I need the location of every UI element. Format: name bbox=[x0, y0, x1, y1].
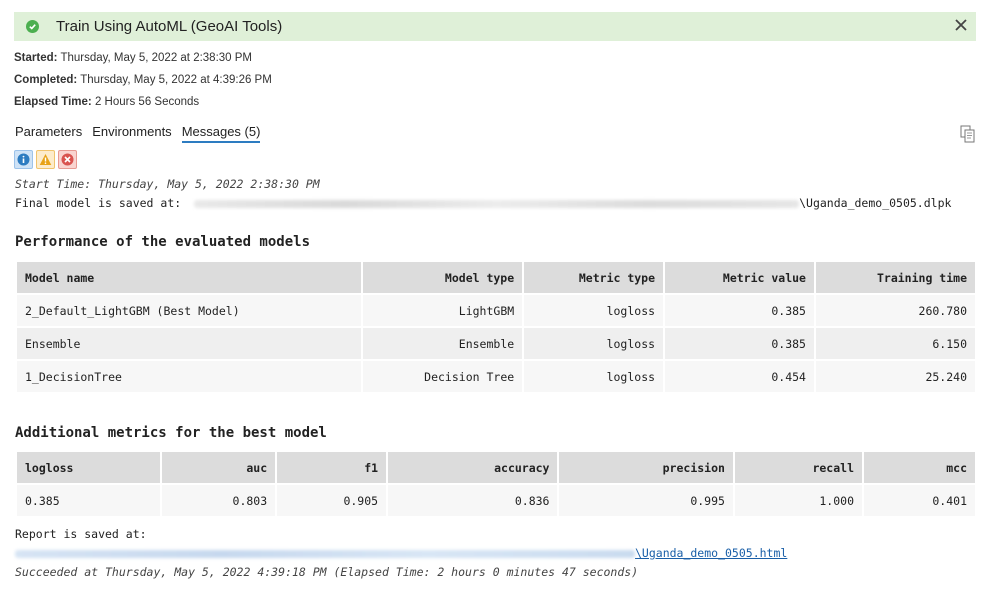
table-cell: 0.454 bbox=[665, 361, 814, 392]
column-header: recall bbox=[734, 452, 862, 483]
elapsed-value: 2 Hours 56 Seconds bbox=[94, 96, 200, 108]
table-cell: logloss bbox=[524, 328, 664, 359]
table-cell: Ensemble bbox=[17, 328, 362, 359]
table-cell: 0.905 bbox=[277, 485, 387, 516]
additional-metrics-table: logloss auc f1 accuracy precision recall… bbox=[15, 450, 977, 518]
final-model-suffix: \Uganda_demo_0505.dlpk bbox=[799, 196, 952, 210]
check-circle-icon bbox=[26, 20, 39, 33]
report-path-line: \Uganda_demo_0505.html bbox=[15, 546, 787, 560]
final-model-message: Final model is saved at: \Uganda_demo_05… bbox=[15, 196, 951, 210]
tab-parameters[interactable]: Parameters bbox=[15, 124, 82, 143]
elapsed-label: Elapsed Time: bbox=[14, 96, 92, 108]
table-cell: 0.385 bbox=[665, 295, 814, 326]
column-header: Training time bbox=[815, 262, 975, 293]
additional-metrics-title: Additional metrics for the best model bbox=[15, 425, 327, 441]
table-cell: logloss bbox=[524, 361, 664, 392]
table-cell: 0.836 bbox=[388, 485, 558, 516]
column-header: mcc bbox=[864, 452, 975, 483]
column-header: Metric type bbox=[524, 262, 664, 293]
tab-environments[interactable]: Environments bbox=[92, 124, 171, 143]
close-icon[interactable] bbox=[951, 15, 971, 35]
column-header: Model type bbox=[363, 262, 523, 293]
table-row: 2_Default_LightGBM (Best Model) LightGBM… bbox=[17, 295, 975, 326]
table-header-row: logloss auc f1 accuracy precision recall… bbox=[17, 452, 975, 483]
redacted-path bbox=[194, 199, 800, 208]
column-header: precision bbox=[559, 452, 733, 483]
warning-icon[interactable] bbox=[36, 150, 55, 169]
tab-bar: Parameters Environments Messages (5) bbox=[15, 124, 261, 143]
column-header: f1 bbox=[277, 452, 387, 483]
column-header: auc bbox=[162, 452, 276, 483]
completed-line: Completed: Thursday, May 5, 2022 at 4:39… bbox=[14, 74, 272, 86]
table-cell: 0.803 bbox=[162, 485, 276, 516]
elapsed-line: Elapsed Time: 2 Hours 56 Seconds bbox=[14, 96, 199, 108]
table-cell: 0.385 bbox=[17, 485, 161, 516]
report-link[interactable]: \Uganda_demo_0505.html bbox=[635, 546, 787, 560]
column-header: Model name bbox=[17, 262, 362, 293]
table-cell: 25.240 bbox=[815, 361, 975, 392]
completed-value: Thursday, May 5, 2022 at 4:39:26 PM bbox=[80, 74, 272, 86]
column-header: logloss bbox=[17, 452, 161, 483]
table-cell: 0.385 bbox=[665, 328, 814, 359]
table-cell: 1_DecisionTree bbox=[17, 361, 362, 392]
table-row: 1_DecisionTree Decision Tree logloss 0.4… bbox=[17, 361, 975, 392]
succeeded-message: Succeeded at Thursday, May 5, 2022 4:39:… bbox=[15, 565, 639, 579]
column-header: Metric value bbox=[665, 262, 814, 293]
table-row: 0.385 0.803 0.905 0.836 0.995 1.000 0.40… bbox=[17, 485, 975, 516]
performance-title: Performance of the evaluated models bbox=[15, 234, 311, 250]
error-icon[interactable] bbox=[58, 150, 77, 169]
table-cell: 260.780 bbox=[815, 295, 975, 326]
table-row: Ensemble Ensemble logloss 0.385 6.150 bbox=[17, 328, 975, 359]
started-label: Started: bbox=[14, 52, 58, 64]
table-header-row: Model name Model type Metric type Metric… bbox=[17, 262, 975, 293]
final-model-prefix: Final model is saved at: bbox=[15, 196, 182, 210]
started-value: Thursday, May 5, 2022 at 2:38:30 PM bbox=[60, 52, 253, 64]
info-icon[interactable] bbox=[14, 150, 33, 169]
table-cell: Decision Tree bbox=[363, 361, 523, 392]
column-header: accuracy bbox=[388, 452, 558, 483]
table-cell: 0.401 bbox=[864, 485, 975, 516]
table-cell: 0.995 bbox=[559, 485, 733, 516]
table-cell: 2_Default_LightGBM (Best Model) bbox=[17, 295, 362, 326]
tab-messages[interactable]: Messages (5) bbox=[181, 124, 261, 143]
redacted-path bbox=[15, 549, 635, 558]
completed-label: Completed: bbox=[14, 74, 78, 86]
report-message: Report is saved at: bbox=[15, 527, 147, 541]
copy-icon[interactable] bbox=[960, 125, 976, 143]
start-time-message: Start Time: Thursday, May 5, 2022 2:38:3… bbox=[15, 177, 320, 191]
table-cell: Ensemble bbox=[363, 328, 523, 359]
started-line: Started: Thursday, May 5, 2022 at 2:38:3… bbox=[14, 52, 252, 64]
table-cell: 1.000 bbox=[734, 485, 862, 516]
performance-table: Model name Model type Metric type Metric… bbox=[15, 260, 977, 394]
table-cell: 6.150 bbox=[815, 328, 975, 359]
table-cell: logloss bbox=[524, 295, 664, 326]
table-cell: LightGBM bbox=[363, 295, 523, 326]
message-filter-bar bbox=[14, 150, 77, 169]
tool-header: Train Using AutoML (GeoAI Tools) bbox=[14, 12, 976, 41]
tool-title: Train Using AutoML (GeoAI Tools) bbox=[56, 18, 283, 35]
